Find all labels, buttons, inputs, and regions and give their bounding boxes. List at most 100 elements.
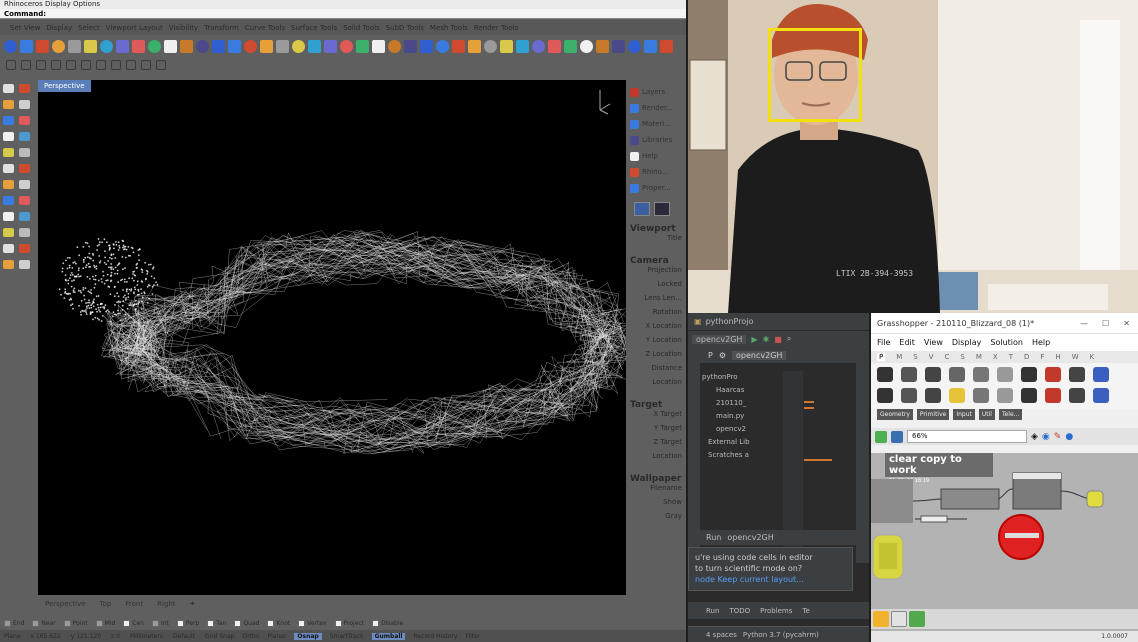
select-tool-icon[interactable] (156, 60, 166, 70)
checkbox-icon[interactable] (372, 620, 380, 627)
component-icon[interactable] (877, 388, 893, 403)
draw-tool-icon[interactable] (19, 260, 30, 269)
sphere-icon[interactable] (628, 39, 641, 53)
component-icon[interactable] (901, 367, 917, 382)
cone-icon[interactable] (484, 39, 497, 53)
bottom-tab-te[interactable]: Te (802, 607, 809, 615)
category-geometry[interactable]: Geometry (877, 409, 913, 420)
menu-view[interactable]: View (924, 338, 943, 347)
component-icon[interactable] (925, 367, 941, 382)
ribbon-tab-1[interactable]: M (896, 353, 902, 361)
toolbar-tab-set-view[interactable]: Set View (10, 24, 40, 32)
checkbox-icon[interactable] (95, 620, 103, 627)
target-row-location[interactable]: Location (630, 452, 686, 466)
tree-item-external-lib[interactable]: External Lib (702, 436, 782, 449)
light-icon[interactable] (564, 39, 577, 53)
run-tab[interactable]: Run (706, 533, 721, 542)
view-tab-top[interactable]: Top (100, 600, 112, 608)
grid-icon[interactable] (404, 39, 417, 53)
zoom-extents-icon[interactable]: ◈ (1031, 432, 1038, 442)
ribbon-tab-2[interactable]: S (913, 353, 917, 361)
ribbon-tab-3[interactable]: V (929, 353, 934, 361)
ribbon-tab-0[interactable]: P (877, 353, 886, 361)
bottom-tab-run[interactable]: Run (706, 607, 719, 615)
component-icon[interactable] (1045, 367, 1061, 382)
sphere-icon[interactable] (644, 39, 657, 53)
ribbon-tab-11[interactable]: H (1055, 353, 1060, 361)
checkbox-icon[interactable] (334, 620, 342, 627)
tree-item-haarcas[interactable]: Haarcas (702, 384, 782, 397)
render-icon[interactable] (132, 39, 145, 53)
checkbox-icon[interactable] (32, 620, 40, 627)
toolbar-tab-solid-tools[interactable]: Solid Tools (343, 24, 380, 32)
checkbox-icon[interactable] (176, 620, 184, 627)
checkbox-icon[interactable] (63, 620, 71, 627)
toggle-filter[interactable]: Filter (465, 633, 480, 640)
sphere-icon[interactable] (436, 39, 449, 53)
draw-tool-icon[interactable] (3, 148, 14, 157)
osnap-tan[interactable]: Tan (207, 620, 226, 627)
torus-icon[interactable] (292, 39, 305, 53)
cylinder-icon[interactable] (468, 39, 481, 53)
wallpaper-row-gray[interactable]: Gray (630, 512, 686, 526)
ribbon-tab-13[interactable]: K (1090, 353, 1095, 361)
component-icon[interactable] (1045, 388, 1061, 403)
status-interpreter[interactable]: Python 3.7 (pycahrm) (743, 631, 819, 639)
checkbox-icon[interactable] (123, 620, 131, 627)
status-indent[interactable]: 4 spaces (706, 631, 737, 639)
target-row-x-target[interactable]: X Target (630, 410, 686, 424)
osnap-quad[interactable]: Quad (234, 620, 259, 627)
ribbon-tab-10[interactable]: F (1040, 353, 1044, 361)
shade-icon[interactable] (116, 39, 129, 53)
tree-item-pythonpro[interactable]: pythonPro (702, 371, 782, 384)
leaf-icon[interactable] (909, 611, 925, 627)
camera-row-locked[interactable]: Locked (630, 280, 686, 294)
toggle-gumball[interactable]: Gumball (371, 632, 406, 640)
bottom-tab-todo[interactable]: TODO (729, 607, 750, 615)
camera-row-y-location[interactable]: Y Location (630, 336, 686, 350)
bottom-tab-problems[interactable]: Problems (760, 607, 792, 615)
camera-row-distance[interactable]: Distance (630, 364, 686, 378)
ruler-icon[interactable] (388, 39, 401, 53)
sphere-icon[interactable] (20, 39, 33, 53)
select-tool-icon[interactable] (36, 60, 46, 70)
close-icon[interactable]: ✕ (1123, 319, 1130, 328)
panel-tab-libraries[interactable]: Libraries (630, 132, 686, 148)
camera-icon[interactable] (580, 39, 593, 53)
toolbar-tab-curve-tools[interactable]: Curve Tools (245, 24, 285, 32)
cone-icon[interactable] (68, 39, 81, 53)
panel-tab-render[interactable]: Render... (630, 100, 686, 116)
draw-tool-icon[interactable] (3, 100, 14, 109)
select-tool-icon[interactable] (21, 60, 31, 70)
osnap-perp[interactable]: Perp (176, 620, 199, 627)
osnap-end[interactable]: End (4, 620, 24, 627)
osnap-disable[interactable]: Disable (372, 620, 403, 627)
perspective-viewport[interactable] (38, 80, 626, 595)
gear-icon[interactable]: ⚙ (719, 351, 726, 360)
component-icon[interactable] (925, 388, 941, 403)
draw-tool-icon[interactable] (19, 100, 30, 109)
panel-tab-rhino[interactable]: Rhino... (630, 164, 686, 180)
toolbar-tab-subd-tools[interactable]: SubD Tools (386, 24, 424, 32)
ribbon-tab-12[interactable]: W (1072, 353, 1079, 361)
menu-solution[interactable]: Solution (990, 338, 1023, 347)
toolbar-tab-transform[interactable]: Transform (204, 24, 239, 32)
cube-icon[interactable] (244, 39, 257, 53)
component-icon[interactable] (949, 367, 965, 382)
osnap-near[interactable]: Near (32, 620, 56, 627)
render-icon[interactable] (340, 39, 353, 53)
category-primitive[interactable]: Primitive (916, 409, 950, 420)
render-icon[interactable] (548, 39, 561, 53)
category-tele[interactable]: Tele... (998, 409, 1023, 420)
tree-item-210110[interactable]: 210110_ (702, 397, 782, 410)
draw-tool-icon[interactable] (3, 244, 14, 253)
sphere-icon[interactable] (4, 39, 17, 53)
draw-tool-icon[interactable] (3, 196, 14, 205)
status-layer[interactable]: Default (173, 633, 195, 640)
debug-icon[interactable]: ✱ (763, 335, 770, 344)
camera-icon[interactable] (372, 39, 385, 53)
camera-row-lens-len[interactable]: Lens Len... (630, 294, 686, 308)
select-tool-icon[interactable] (81, 60, 91, 70)
draw-tool-icon[interactable] (19, 148, 30, 157)
ribbon-tab-6[interactable]: M (976, 353, 982, 361)
